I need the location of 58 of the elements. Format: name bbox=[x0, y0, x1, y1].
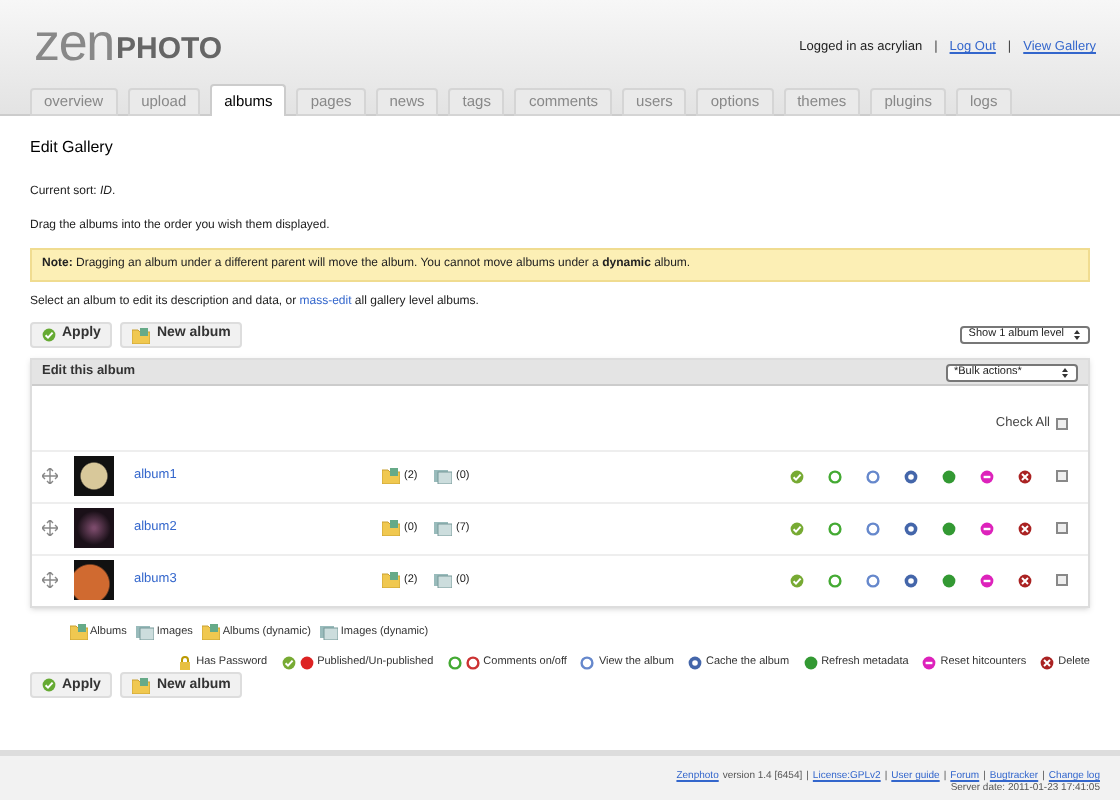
refresh-icon bbox=[942, 469, 956, 484]
folder-icon bbox=[382, 520, 400, 537]
folder-icon bbox=[70, 623, 88, 640]
album-checkbox[interactable] bbox=[1056, 574, 1068, 587]
move-icon bbox=[42, 572, 58, 589]
images-icon bbox=[434, 520, 452, 537]
photo-placeholder bbox=[74, 560, 114, 601]
star-icon bbox=[687, 655, 702, 670]
delete-icon bbox=[1018, 521, 1032, 536]
folder-icon bbox=[382, 468, 400, 485]
comments-icon bbox=[828, 573, 842, 588]
refresh-icon bbox=[942, 573, 956, 588]
view-icon bbox=[866, 573, 880, 588]
comments-icon bbox=[828, 469, 842, 484]
album-checkbox[interactable] bbox=[1056, 470, 1068, 483]
logo-text: PHOTO bbox=[115, 36, 223, 64]
check-icon bbox=[281, 655, 296, 670]
logo-text: zen bbox=[34, 20, 114, 64]
page-title: Edit Gallery bbox=[30, 136, 115, 160]
check-icon bbox=[42, 328, 56, 342]
cache-icon bbox=[904, 469, 918, 484]
lock-icon bbox=[178, 655, 193, 670]
folder-icon bbox=[132, 677, 151, 694]
reset-icon bbox=[980, 469, 994, 484]
refresh-icon bbox=[803, 655, 818, 670]
images-icon bbox=[434, 468, 452, 485]
published-icon bbox=[790, 573, 804, 588]
folder-icon bbox=[382, 572, 400, 589]
cache-icon bbox=[904, 521, 918, 536]
check-all-checkbox[interactable] bbox=[1056, 417, 1068, 430]
move-icon bbox=[42, 468, 58, 485]
folder-icon bbox=[132, 327, 151, 343]
refresh-icon bbox=[942, 521, 956, 536]
comments-icon bbox=[828, 521, 842, 536]
images-icon bbox=[136, 623, 155, 640]
images-icon bbox=[320, 623, 339, 640]
check-icon bbox=[42, 678, 56, 693]
published-icon bbox=[790, 521, 804, 536]
photo-placeholder bbox=[74, 456, 114, 497]
move-icon bbox=[42, 520, 58, 537]
delete-icon bbox=[1018, 573, 1032, 588]
reset-icon bbox=[980, 521, 994, 536]
cache-icon bbox=[904, 573, 918, 588]
photo-placeholder bbox=[74, 508, 114, 549]
view-icon bbox=[866, 469, 880, 484]
delete-icon bbox=[1018, 469, 1032, 484]
stepper-icon bbox=[1072, 328, 1082, 342]
reset-icon bbox=[980, 573, 994, 588]
delete-icon bbox=[1040, 655, 1055, 670]
published-icon bbox=[790, 469, 804, 484]
stepper-icon bbox=[1060, 365, 1070, 379]
dot-icon bbox=[299, 655, 314, 670]
images-icon bbox=[434, 572, 452, 589]
folder-icon bbox=[202, 623, 221, 640]
view-icon bbox=[866, 521, 880, 536]
minus-icon bbox=[922, 655, 937, 670]
album-checkbox[interactable] bbox=[1056, 522, 1068, 535]
ring-icon bbox=[580, 655, 595, 670]
